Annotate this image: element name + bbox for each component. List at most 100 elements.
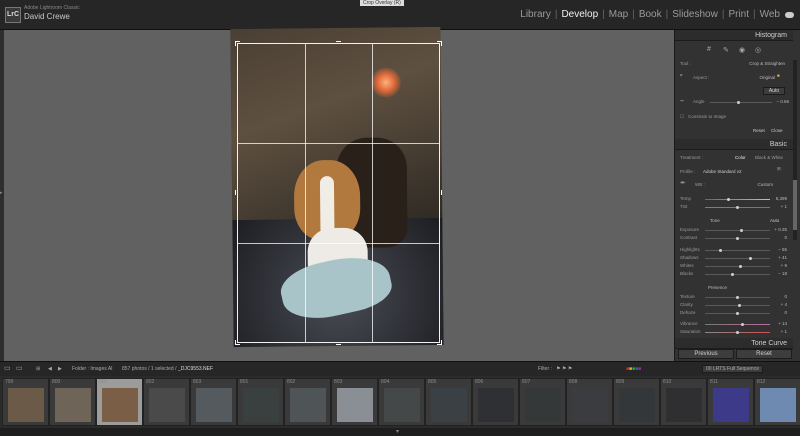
thumbnail-number: 809 bbox=[616, 379, 625, 385]
crop-auto-button[interactable]: Auto bbox=[763, 87, 785, 95]
eyedropper-icon[interactable]: ✒ bbox=[680, 179, 686, 187]
straighten-icon[interactable]: ⟛ bbox=[680, 98, 684, 103]
module-slideshow[interactable]: Slideshow bbox=[672, 9, 718, 20]
contrast-slider-thumb[interactable] bbox=[736, 237, 739, 240]
angle-slider-thumb[interactable] bbox=[737, 101, 740, 104]
filmstrip-thumbnail[interactable]: 803 bbox=[331, 378, 378, 426]
crop-reset-button[interactable]: Reset bbox=[753, 128, 765, 133]
thumbnail-number: 808 bbox=[569, 379, 578, 385]
tone-auto-button[interactable]: Auto bbox=[770, 218, 779, 223]
crop-handle-top-left[interactable] bbox=[235, 41, 240, 46]
filmstrip-thumbnail[interactable]: 802 bbox=[143, 378, 190, 426]
filmstrip-thumbnail[interactable]: 802 bbox=[284, 378, 331, 426]
cloud-icon[interactable] bbox=[785, 11, 794, 18]
crop-overlay-frame[interactable] bbox=[237, 43, 440, 343]
grid-view-icon[interactable]: ⊞ bbox=[36, 366, 40, 372]
highlights-slider-thumb[interactable] bbox=[719, 249, 722, 252]
filename[interactable]: _DJC9553.NEF bbox=[178, 366, 213, 372]
filmstrip-thumbnail[interactable]: 807 bbox=[519, 378, 566, 426]
filmstrip-thumbnail[interactable]: 801 bbox=[96, 378, 143, 426]
module-web[interactable]: Web bbox=[760, 9, 780, 20]
crop-tool-icon[interactable]: # bbox=[707, 46, 711, 53]
crop-handle-right[interactable] bbox=[437, 190, 442, 195]
prev-arrow-icon[interactable]: ◀ bbox=[48, 366, 52, 372]
filmstrip-thumbnail[interactable]: 805 bbox=[425, 378, 472, 426]
filmstrip-thumbnail[interactable]: 810 bbox=[660, 378, 707, 426]
tone-curve-header[interactable]: Tone Curve bbox=[675, 338, 793, 349]
histogram-header[interactable]: Histogram bbox=[675, 30, 793, 41]
vibrance-slider-thumb[interactable] bbox=[741, 323, 744, 326]
tint-slider-thumb[interactable] bbox=[736, 206, 739, 209]
flag-filter-icons[interactable]: ⚑ ⚑ ⚑ bbox=[556, 366, 572, 372]
filter-preset-dropdown[interactable]: 00 LRTS Full Sequence bbox=[702, 365, 763, 373]
filmstrip-thumbnail[interactable]: 799 bbox=[2, 378, 49, 426]
crop-frame-icon[interactable]: ⌗ bbox=[680, 73, 683, 78]
aspect-dropdown[interactable]: Original bbox=[745, 75, 775, 80]
angle-slider[interactable] bbox=[710, 102, 772, 103]
next-arrow-icon[interactable]: ▶ bbox=[58, 366, 62, 372]
exposure-slider[interactable] bbox=[705, 230, 770, 231]
exposure-slider-thumb[interactable] bbox=[740, 229, 743, 232]
filmstrip[interactable]: 799 800 801 802 803 801 802 803 804 805 806 807 808 8… bbox=[0, 376, 800, 428]
whites-slider[interactable] bbox=[705, 266, 770, 267]
shadows-slider-thumb[interactable] bbox=[749, 257, 752, 260]
whites-slider-thumb[interactable] bbox=[739, 265, 742, 268]
filmstrip-thumbnail[interactable]: 803 bbox=[190, 378, 237, 426]
profile-dropdown[interactable]: Adobe Standard v2 bbox=[703, 169, 742, 174]
filmstrip-thumbnail[interactable]: 806 bbox=[472, 378, 519, 426]
filmstrip-thumbnail[interactable]: 800 bbox=[49, 378, 96, 426]
expand-left-arrow-icon[interactable]: ▸ bbox=[0, 190, 3, 196]
filmstrip-thumbnail[interactable]: 801 bbox=[237, 378, 284, 426]
constrain-label: Constrain to Image bbox=[688, 114, 727, 119]
reset-button[interactable]: Reset bbox=[736, 349, 792, 359]
collapse-arrow-icon[interactable]: ▾ bbox=[396, 428, 399, 435]
texture-slider-thumb[interactable] bbox=[736, 296, 739, 299]
scrollbar-thumb[interactable] bbox=[793, 180, 797, 230]
blacks-slider-thumb[interactable] bbox=[731, 273, 734, 276]
dehaze-slider-thumb[interactable] bbox=[736, 312, 739, 315]
filmstrip-toolbar: ▭ ▭ ⊞ ◀ ▶ Folder : Images AI 857 photos … bbox=[0, 361, 800, 376]
crop-handle-left[interactable] bbox=[235, 190, 240, 195]
crop-handle-top[interactable] bbox=[336, 41, 341, 46]
module-print[interactable]: Print bbox=[728, 9, 749, 20]
highlights-slider[interactable] bbox=[705, 250, 770, 251]
filmstrip-thumbnail[interactable]: 811 bbox=[707, 378, 754, 426]
vibrance-slider[interactable] bbox=[705, 324, 770, 325]
color-filter-icons[interactable]: ■■■■■ bbox=[626, 366, 641, 372]
crop-handle-bottom-right[interactable] bbox=[437, 340, 442, 345]
bottom-panel-toggle[interactable]: ▾ bbox=[0, 428, 800, 436]
red-eye-icon[interactable]: ◉ bbox=[739, 46, 745, 54]
treatment-color[interactable]: Color bbox=[735, 155, 746, 160]
lock-icon[interactable]: ■ bbox=[777, 73, 780, 78]
filmstrip-thumbnail[interactable]: 804 bbox=[378, 378, 425, 426]
main-window-icon[interactable]: ▭ bbox=[4, 364, 11, 372]
filmstrip-thumbnail[interactable]: 812 bbox=[754, 378, 800, 426]
crop-handle-top-right[interactable] bbox=[437, 41, 442, 46]
saturation-slider-thumb[interactable] bbox=[736, 331, 739, 334]
crop-handle-bottom[interactable] bbox=[336, 340, 341, 345]
right-panel-scrollbar[interactable] bbox=[793, 60, 797, 240]
treatment-bw[interactable]: Black & White bbox=[755, 155, 783, 160]
module-library[interactable]: Library bbox=[520, 9, 551, 20]
module-book[interactable]: Book bbox=[639, 9, 662, 20]
basic-header[interactable]: Basic bbox=[675, 139, 793, 150]
wb-dropdown[interactable]: Custom bbox=[743, 182, 773, 187]
blacks-slider[interactable] bbox=[705, 274, 770, 275]
module-develop[interactable]: Develop bbox=[561, 9, 598, 20]
clarity-slider-thumb[interactable] bbox=[738, 304, 741, 307]
second-window-icon[interactable]: ▭ bbox=[16, 364, 23, 372]
constrain-checkbox[interactable]: ☐ bbox=[680, 114, 684, 120]
module-map[interactable]: Map bbox=[609, 9, 628, 20]
profile-browser-icon[interactable]: ⊞ bbox=[777, 166, 781, 172]
temp-slider[interactable] bbox=[705, 199, 770, 200]
filmstrip-thumbnail[interactable]: 808 bbox=[566, 378, 613, 426]
temp-slider-thumb[interactable] bbox=[727, 198, 730, 201]
healing-brush-icon[interactable]: ✎ bbox=[723, 46, 729, 54]
shadows-slider[interactable] bbox=[705, 258, 770, 259]
folder-path[interactable]: Folder : Images AI bbox=[72, 366, 113, 372]
previous-button[interactable]: Previous bbox=[678, 349, 734, 359]
masking-icon[interactable]: ◎ bbox=[755, 46, 761, 54]
filmstrip-thumbnail[interactable]: 809 bbox=[613, 378, 660, 426]
crop-handle-bottom-left[interactable] bbox=[235, 340, 240, 345]
crop-close-button[interactable]: Close bbox=[771, 128, 783, 133]
